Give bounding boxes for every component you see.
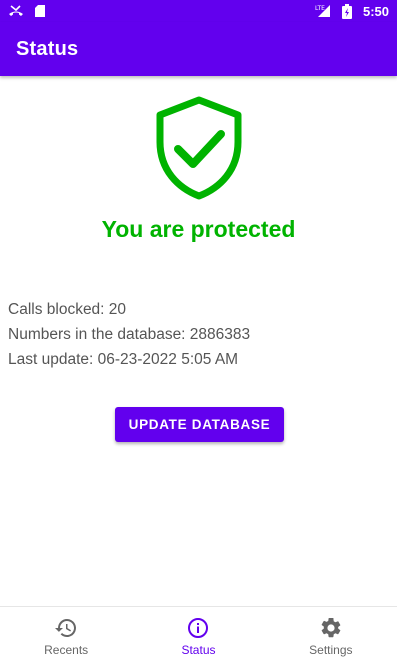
nav-item-recents[interactable]: Recents bbox=[0, 607, 132, 660]
battery-charging-icon bbox=[339, 3, 355, 19]
last-update-text: Last update: 06-23-2022 5:05 AM bbox=[8, 351, 239, 368]
nav-item-settings[interactable]: Settings bbox=[265, 607, 397, 660]
sd-card-icon bbox=[32, 3, 48, 19]
clock: 5:50 bbox=[362, 3, 389, 19]
nav-item-status[interactable]: Status bbox=[132, 607, 264, 660]
system-status-bar: LTE 5:50 bbox=[0, 0, 397, 22]
signal-icon: LTE bbox=[315, 3, 331, 19]
protection-status-text: You are protected bbox=[101, 216, 296, 242]
missed-call-icon bbox=[8, 3, 24, 19]
nav-label-status: Status bbox=[181, 643, 216, 657]
stats-block: Calls blocked: 20 Numbers in the databas… bbox=[8, 299, 250, 374]
page-title: Status bbox=[16, 37, 79, 60]
bottom-navigation: Recents Status Settings bbox=[0, 606, 397, 660]
shield-check-icon bbox=[154, 96, 244, 200]
app-bar: Status bbox=[0, 22, 397, 76]
network-type-label: LTE bbox=[315, 5, 325, 12]
history-icon bbox=[55, 619, 77, 637]
numbers-in-database-text: Numbers in the database: 2886383 bbox=[8, 326, 251, 343]
nav-label-recents: Recents bbox=[44, 643, 89, 657]
screen: LTE 5:50 Status You are protected Calls … bbox=[0, 0, 397, 660]
update-database-button[interactable]: UPDATE DATABASE bbox=[115, 407, 284, 442]
nav-label-settings: Settings bbox=[309, 643, 353, 657]
calls-blocked-text: Calls blocked: 20 bbox=[8, 301, 127, 318]
info-icon bbox=[188, 618, 209, 638]
gear-icon bbox=[321, 617, 341, 638]
